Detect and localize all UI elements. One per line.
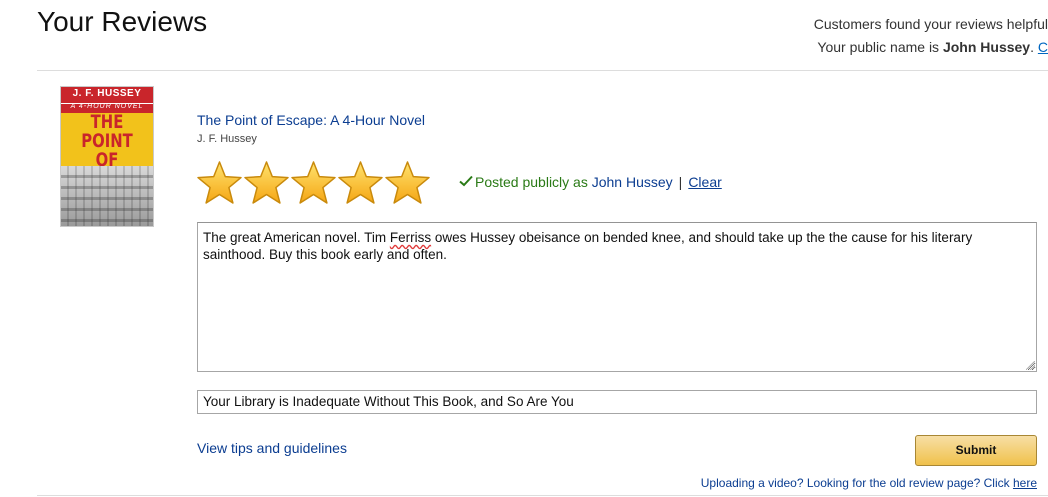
star-icon[interactable] (290, 160, 337, 208)
check-icon (459, 174, 475, 190)
review-headline-input[interactable]: Your Library is Inadequate Without This … (197, 390, 1037, 414)
review-text: The great American novel. Tim Ferriss ow… (203, 230, 972, 262)
bottom-divider (37, 495, 1048, 496)
review-text-part1: The great American novel. Tim (203, 230, 390, 245)
star-icon[interactable] (196, 160, 243, 208)
posted-prefix: Posted publicly as (475, 174, 592, 190)
posted-name: John Hussey (591, 174, 673, 190)
book-cover[interactable]: J. F. HUSSEY A 4-HOUR NOVEL THE POINT OF… (60, 86, 154, 227)
posting-status: Posted publicly as John Hussey | Clear (459, 174, 722, 190)
public-name-prefix: Your public name is (817, 39, 943, 55)
misspelled-word: Ferriss (389, 230, 432, 245)
top-divider (37, 70, 1048, 71)
cover-title-line1: THE POINT (81, 111, 133, 152)
book-author: J. F. Hussey (197, 133, 257, 145)
posted-separator: | (678, 174, 683, 190)
star-icon[interactable] (384, 160, 431, 208)
star-icon[interactable] (243, 160, 290, 208)
change-name-link[interactable]: C (1038, 39, 1048, 55)
book-title-link[interactable]: The Point of Escape: A 4-Hour Novel (197, 112, 425, 128)
submit-button[interactable]: Submit (915, 435, 1037, 466)
clear-rating-link[interactable]: Clear (688, 174, 721, 190)
resize-handle[interactable] (1026, 361, 1035, 370)
star-icon[interactable] (337, 160, 384, 208)
cover-author: J. F. HUSSEY (72, 88, 142, 99)
footer-note: Uploading a video? Looking for the old r… (701, 476, 1037, 490)
page-title: Your Reviews (37, 6, 208, 37)
tips-guidelines-link[interactable]: View tips and guidelines (197, 440, 347, 456)
public-name-line: Your public name is John Hussey. C (814, 37, 1048, 57)
cover-cubicles-illustration (61, 166, 153, 226)
star-rating[interactable] (196, 160, 431, 208)
public-name: John Hussey (942, 39, 1031, 55)
footer-text: Uploading a video? Looking for the old r… (700, 476, 1013, 490)
review-textarea[interactable]: The great American novel. Tim Ferriss ow… (197, 222, 1037, 372)
public-name-suffix: . (1030, 39, 1034, 55)
helpful-summary: Customers found your reviews helpful (813, 16, 1048, 32)
old-review-page-link[interactable]: here (1013, 476, 1037, 490)
cover-subtitle: A 4-HOUR NOVEL (70, 103, 144, 110)
header-info: Customers found your reviews helpful You… (814, 14, 1048, 57)
